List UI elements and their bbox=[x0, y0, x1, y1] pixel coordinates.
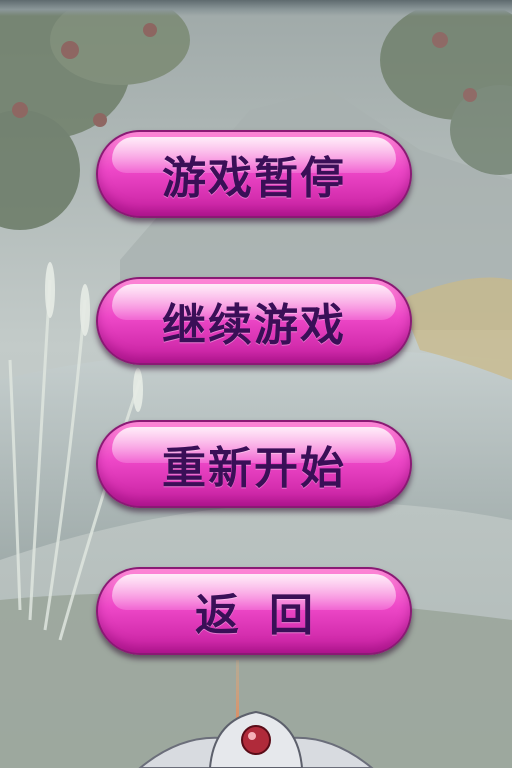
pause-game-label: 游戏暂停 bbox=[162, 153, 346, 204]
resume-game-label: 继续游戏 bbox=[162, 300, 346, 351]
restart-game-button[interactable]: 重新开始 bbox=[96, 420, 412, 508]
back-button[interactable]: 返回 bbox=[96, 567, 412, 655]
resume-game-button[interactable]: 继续游戏 bbox=[96, 277, 412, 365]
back-label: 返回 bbox=[195, 590, 343, 641]
pause-game-button[interactable]: 游戏暂停 bbox=[96, 130, 412, 218]
restart-game-label: 重新开始 bbox=[162, 443, 346, 494]
pause-menu: 游戏暂停 继续游戏 重新开始 返回 bbox=[0, 0, 512, 768]
